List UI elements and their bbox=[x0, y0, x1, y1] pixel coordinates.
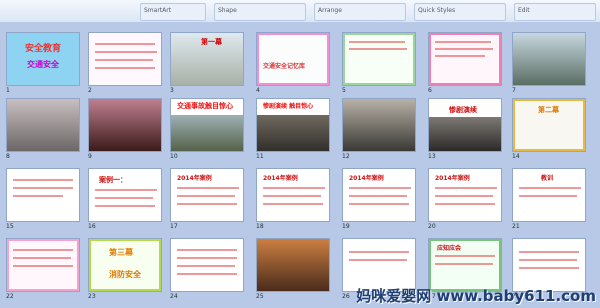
slide-number: 4 bbox=[256, 87, 260, 94]
slide-title: 案例一： bbox=[99, 176, 127, 184]
slide-thumbnail-19[interactable]: 2014年案例 bbox=[342, 168, 416, 222]
slide-thumbnail-24[interactable] bbox=[170, 238, 244, 292]
slide-thumbnail-20[interactable]: 2014年案例 bbox=[428, 168, 502, 222]
slide-thumbnail-12[interactable] bbox=[342, 98, 416, 152]
slide-number: 10 bbox=[170, 153, 178, 160]
slide-subtitle: 交通安全 bbox=[27, 60, 59, 69]
slide-sorter-area: 安全教育 交通安全 1 2 第一幕 3 交通安全记忆库 4 5 6 7 8 9 … bbox=[0, 22, 600, 308]
slide-title: 2014年案例 bbox=[177, 175, 212, 182]
slide-number: 26 bbox=[342, 293, 350, 300]
slide-number: 19 bbox=[342, 223, 350, 230]
slide-number: 20 bbox=[428, 223, 436, 230]
slide-thumbnail-14[interactable]: 第二幕 bbox=[512, 98, 586, 152]
slide-title: 交通安全记忆库 bbox=[263, 63, 306, 70]
ribbon-label: Arrange bbox=[318, 7, 342, 14]
slide-thumbnail-25[interactable] bbox=[256, 238, 330, 292]
ribbon-label: Edit bbox=[518, 7, 530, 14]
slide-title: 2014年案例 bbox=[263, 175, 298, 182]
ribbon-group-edit[interactable]: Edit bbox=[514, 3, 596, 21]
slide-title: 惨剧演续 bbox=[449, 106, 477, 114]
slide-number: 23 bbox=[88, 293, 96, 300]
slide-number: 24 bbox=[170, 293, 178, 300]
slide-thumbnail-3[interactable]: 第一幕 bbox=[170, 32, 244, 86]
slide-thumbnail-4[interactable]: 交通安全记忆库 bbox=[256, 32, 330, 86]
ribbon-group-styles[interactable]: Quick Styles bbox=[414, 3, 506, 21]
slide-number: 9 bbox=[88, 153, 92, 160]
slide-number: 18 bbox=[256, 223, 264, 230]
slide-thumbnail-1[interactable]: 安全教育 交通安全 bbox=[6, 32, 80, 86]
slide-number: 17 bbox=[170, 223, 178, 230]
slide-number: 1 bbox=[6, 87, 10, 94]
slide-title: 第二幕 bbox=[538, 106, 559, 114]
slide-title: 第一幕 bbox=[201, 38, 222, 46]
slide-thumbnail-5[interactable] bbox=[342, 32, 416, 86]
slide-number: 13 bbox=[428, 153, 436, 160]
ribbon-label: Quick Styles bbox=[418, 7, 456, 14]
slide-number: 16 bbox=[88, 223, 96, 230]
slide-thumbnail-10[interactable]: 交通事故触目惊心 bbox=[170, 98, 244, 152]
slide-subtitle: 消防安全 bbox=[109, 270, 141, 279]
slide-number: 21 bbox=[512, 223, 520, 230]
slide-title: 第三幕 bbox=[109, 248, 133, 257]
slide-thumbnail-18[interactable]: 2014年案例 bbox=[256, 168, 330, 222]
slide-title: 2014年案例 bbox=[349, 175, 384, 182]
slide-thumbnail-6[interactable] bbox=[428, 32, 502, 86]
slide-thumbnail-26[interactable] bbox=[342, 238, 416, 292]
slide-title: 交通事故触目惊心 bbox=[177, 102, 233, 110]
slide-number: 11 bbox=[256, 153, 264, 160]
ribbon-toolbar: SmartArt Shape Arrange Quick Styles Edit bbox=[0, 0, 600, 23]
ribbon-label: SmartArt bbox=[144, 7, 172, 14]
slide-number: 22 bbox=[6, 293, 14, 300]
slide-number: 5 bbox=[342, 87, 346, 94]
slide-thumbnail-11[interactable]: 惨剧演续 触目惊心 bbox=[256, 98, 330, 152]
ribbon-group-smartart[interactable]: SmartArt bbox=[140, 3, 206, 21]
watermark: 妈咪爱婴网 www.baby611.com bbox=[356, 287, 596, 305]
slide-number: 7 bbox=[512, 87, 516, 94]
slide-number: 6 bbox=[428, 87, 432, 94]
slide-thumbnail-13[interactable]: 惨剧演续 bbox=[428, 98, 502, 152]
slide-title: 教训 bbox=[541, 175, 554, 182]
slide-thumbnail-17[interactable]: 2014年案例 bbox=[170, 168, 244, 222]
slide-thumbnail-7[interactable] bbox=[512, 32, 586, 86]
slide-thumbnail-28[interactable] bbox=[512, 238, 586, 292]
slide-number: 14 bbox=[512, 153, 520, 160]
ribbon-group-arrange[interactable]: Arrange bbox=[314, 3, 406, 21]
ribbon-label: Shape bbox=[218, 7, 237, 14]
slide-thumbnail-2[interactable] bbox=[88, 32, 162, 86]
slide-thumbnail-15[interactable] bbox=[6, 168, 80, 222]
slide-number: 25 bbox=[256, 293, 264, 300]
slide-thumbnail-27[interactable]: 应知应会 bbox=[428, 238, 502, 292]
slide-thumbnail-16[interactable]: 案例一： bbox=[88, 168, 162, 222]
slide-number: 2 bbox=[88, 87, 92, 94]
slide-thumbnail-9[interactable] bbox=[88, 98, 162, 152]
slide-thumbnail-8[interactable] bbox=[6, 98, 80, 152]
slide-title: 惨剧演续 触目惊心 bbox=[263, 103, 314, 110]
slide-number: 8 bbox=[6, 153, 10, 160]
slide-thumbnail-22[interactable] bbox=[6, 238, 80, 292]
slide-title: 2014年案例 bbox=[435, 175, 470, 182]
slide-thumbnail-21[interactable]: 教训 bbox=[512, 168, 586, 222]
slide-number: 12 bbox=[342, 153, 350, 160]
slide-number: 15 bbox=[6, 223, 14, 230]
slide-number: 3 bbox=[170, 87, 174, 94]
slide-title: 安全教育 bbox=[25, 44, 62, 54]
slide-thumbnail-23[interactable]: 第三幕 消防安全 bbox=[88, 238, 162, 292]
ribbon-group-shape[interactable]: Shape bbox=[214, 3, 306, 21]
slide-title: 应知应会 bbox=[437, 245, 462, 252]
